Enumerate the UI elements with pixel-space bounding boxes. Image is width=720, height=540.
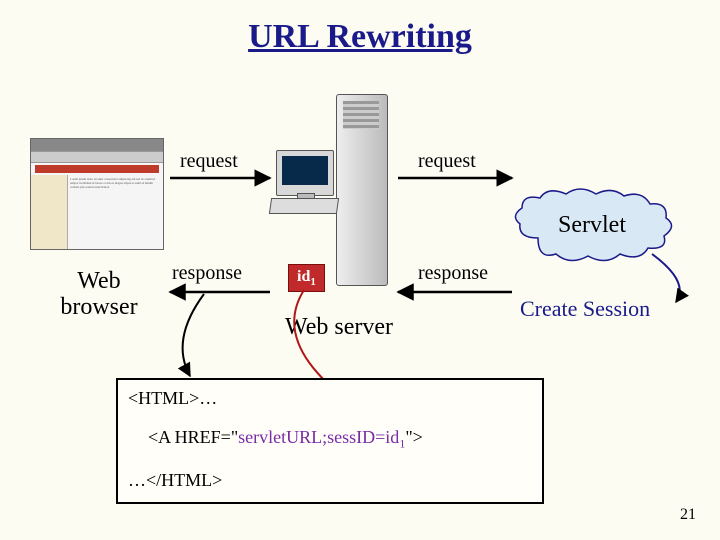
servlet-label: Servlet: [508, 212, 676, 239]
web-browser-label: Webbrowser: [44, 268, 154, 321]
response-label-1: response: [172, 262, 242, 285]
web-browser-graphic: Lorem ipsum dolor sit amet consectetur a…: [30, 138, 164, 250]
code-line-3: …</HTML>: [128, 470, 542, 491]
create-session-label: Create Session: [520, 296, 650, 322]
html-code-box: <HTML>… <A HREF="servletURL;sessID=id1">…: [116, 378, 544, 504]
web-server-label: Web server: [264, 314, 414, 341]
request-label-2: request: [418, 150, 476, 173]
page-number: 21: [680, 506, 696, 524]
code-line-1: <HTML>…: [128, 388, 542, 409]
request-label-1: request: [180, 150, 238, 173]
id-badge: id1: [288, 264, 325, 292]
slide-title: URL Rewriting: [0, 18, 720, 56]
servlet-cloud: Servlet: [508, 188, 676, 266]
response-label-2: response: [418, 262, 488, 285]
code-line-2: <A HREF="servletURL;sessID=id1">: [148, 427, 542, 452]
